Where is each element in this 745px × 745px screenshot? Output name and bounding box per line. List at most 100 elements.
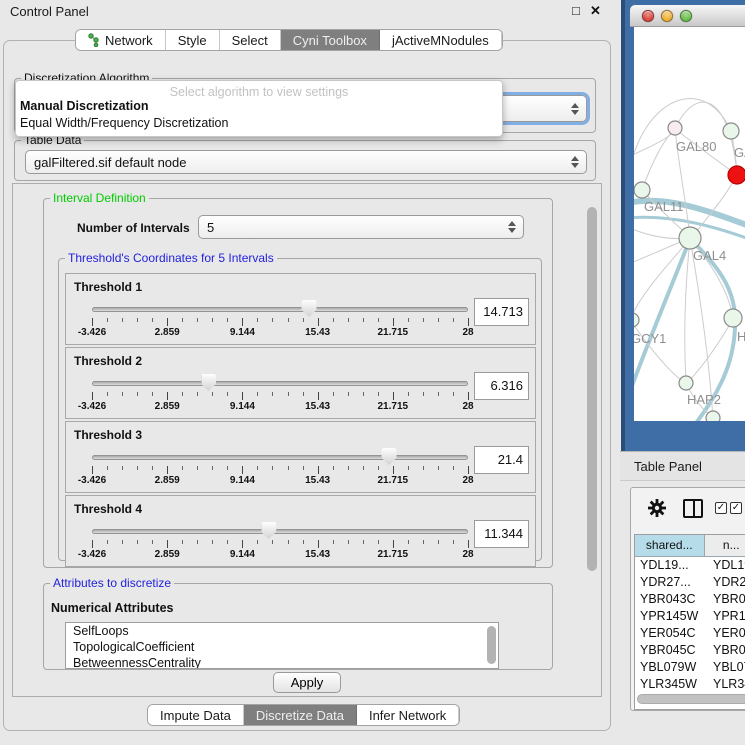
num-intervals-combobox[interactable]: 5 [198, 215, 524, 239]
threshold-value-field[interactable]: 6.316 [474, 372, 529, 400]
algorithm-option[interactable]: Manual Discretization [16, 98, 502, 115]
num-intervals-value: 5 [207, 220, 214, 235]
threshold-slider-track[interactable] [92, 455, 468, 460]
top-tab[interactable]: jActiveMNodules [380, 30, 502, 50]
cell-shared-name: YER054C [635, 625, 709, 642]
slider-thumb[interactable] [382, 448, 397, 465]
table-row[interactable]: YDR27... YDR27 [635, 574, 745, 591]
network-icon [88, 33, 100, 47]
table-row[interactable]: YBR045C YBR04 [635, 642, 745, 659]
table-row[interactable]: YPR145W YPR14 [635, 608, 745, 625]
minimize-traffic-light[interactable] [661, 10, 673, 22]
cell-name: YBL07 [709, 659, 745, 676]
cell-name: YBR04 [709, 642, 745, 659]
network-node[interactable] [724, 309, 742, 327]
network-node[interactable] [634, 182, 650, 198]
num-intervals-label: Number of Intervals [77, 221, 190, 235]
table-panel-toolbar: ✓ ✓ [631, 488, 745, 530]
threshold-value-field[interactable]: 11.344 [474, 520, 529, 548]
cell-shared-name: YDR27... [635, 574, 709, 591]
checkbox-icon-2[interactable]: ✓ [730, 502, 742, 514]
bottom-tab-bar: Impute Data Discretize Data Infer Networ… [147, 704, 460, 726]
top-tab[interactable]: Style [166, 30, 220, 50]
threshold-slider-track[interactable] [92, 381, 468, 386]
attribute-list-item[interactable]: TopologicalCoefficient [66, 639, 498, 655]
threshold-panel: Threshold 2 -3.4262.8599.14415.4321.7152… [65, 347, 536, 419]
attribute-list-item[interactable]: BetweennessCentrality [66, 655, 498, 669]
table-row[interactable]: YLR345W YLR34 [635, 676, 745, 693]
apply-button[interactable]: Apply [273, 672, 341, 693]
threshold-label: Threshold 2 [74, 354, 142, 368]
top-tab[interactable]: Cyni Toolbox [281, 30, 380, 50]
network-edge[interactable] [634, 320, 685, 383]
columns-icon[interactable] [683, 499, 703, 518]
column-header-name[interactable]: n... [705, 535, 745, 556]
settings-scrollbar[interactable] [587, 207, 597, 571]
slider-thumb[interactable] [302, 300, 317, 317]
table-row[interactable]: YDL19... YDL19 [635, 557, 745, 574]
cell-name: YPR14 [709, 608, 745, 625]
table-row[interactable]: YBL079W YBL07 [635, 659, 745, 676]
threshold-panel: Threshold 1 -3.4262.8599.14415.4321.7152… [65, 273, 536, 345]
network-node[interactable] [723, 123, 739, 139]
slider-tick-labels: -3.4262.8599.14415.4321.71528 [92, 401, 468, 413]
slider-ticks [92, 318, 468, 327]
bottom-tab[interactable]: Infer Network [357, 705, 459, 725]
bottom-tab-label: Infer Network [369, 708, 446, 723]
control-panel-titlebar: Control Panel □ ✕ [0, 0, 620, 24]
cell-shared-name: YDL19... [635, 557, 709, 574]
attributes-group-title: Attributes to discretize [50, 576, 174, 590]
algorithm-option[interactable]: Equal Width/Frequency Discretization [16, 115, 502, 132]
network-view-canvas[interactable]: GAL80GAGAL11GAL4GCY1HHAP2 [634, 27, 745, 421]
gear-icon[interactable] [647, 497, 667, 519]
zoom-traffic-light[interactable] [680, 10, 692, 22]
table-row[interactable]: YER054C YER05 [635, 625, 745, 642]
close-window-icon[interactable]: ✕ [590, 3, 601, 19]
column-header-shared-name[interactable]: shared... [635, 535, 705, 556]
interval-definition-groupbox: Interval Definition Number of Intervals … [43, 198, 553, 568]
attribute-list-item[interactable]: SelfLoops [66, 623, 498, 639]
slider-tick-labels: -3.4262.8599.14415.4321.71528 [92, 327, 468, 339]
network-node[interactable] [634, 313, 639, 327]
checkbox-icon-1[interactable]: ✓ [715, 502, 727, 514]
close-traffic-light[interactable] [642, 10, 654, 22]
network-node-label: GAL4 [693, 248, 726, 263]
network-node-label: GCY1 [634, 331, 666, 346]
network-edge[interactable] [634, 99, 731, 177]
numerical-attributes-list: SelfLoops TopologicalCoefficient Between… [65, 622, 499, 669]
threshold-value-field[interactable]: 21.4 [474, 446, 529, 474]
algorithm-options: Manual Discretization Equal Width/Freque… [16, 98, 502, 132]
slider-tick-labels: -3.4262.8599.14415.4321.71528 [92, 549, 468, 561]
threshold-slider-track[interactable] [92, 529, 468, 534]
network-edge[interactable] [634, 129, 675, 157]
network-node[interactable] [679, 376, 693, 390]
network-node-label: H [737, 329, 745, 344]
network-node[interactable] [728, 166, 745, 184]
network-edge[interactable] [642, 129, 675, 190]
bottom-tab-label: Discretize Data [256, 708, 344, 723]
slider-thumb[interactable] [201, 374, 216, 391]
panel-title: Control Panel [10, 4, 89, 19]
cell-shared-name: YPR145W [635, 608, 709, 625]
top-tab[interactable]: Select [220, 30, 281, 50]
network-edge[interactable] [634, 239, 690, 397]
network-node[interactable] [679, 227, 701, 249]
list-scrollbar[interactable] [487, 626, 496, 664]
network-node[interactable] [706, 411, 720, 421]
table-data-combobox[interactable]: galFiltered.sif default node [25, 150, 587, 174]
threshold-slider-track[interactable] [92, 307, 468, 312]
bottom-tab[interactable]: Impute Data [148, 705, 244, 725]
threshold-panel: Threshold 3 -3.4262.8599.14415.4321.7152… [65, 421, 536, 493]
slider-thumb[interactable] [261, 522, 276, 539]
thresholds-groupbox: Threshold's Coordinates for 5 Intervals … [58, 258, 542, 561]
bottom-tab[interactable]: Discretize Data [244, 705, 357, 725]
network-node-label: HAP2 [687, 392, 721, 407]
network-node[interactable] [668, 121, 682, 135]
top-tab[interactable]: Network [76, 30, 166, 50]
float-window-icon[interactable]: □ [572, 3, 580, 18]
table-row[interactable]: YBR043C YBR04 [635, 591, 745, 608]
network-edge[interactable] [685, 239, 690, 382]
table-horizontal-scrollbar[interactable] [637, 694, 745, 704]
threshold-value-field[interactable]: 14.713 [474, 298, 529, 326]
attributes-groupbox: Attributes to discretize Numerical Attri… [43, 583, 553, 670]
